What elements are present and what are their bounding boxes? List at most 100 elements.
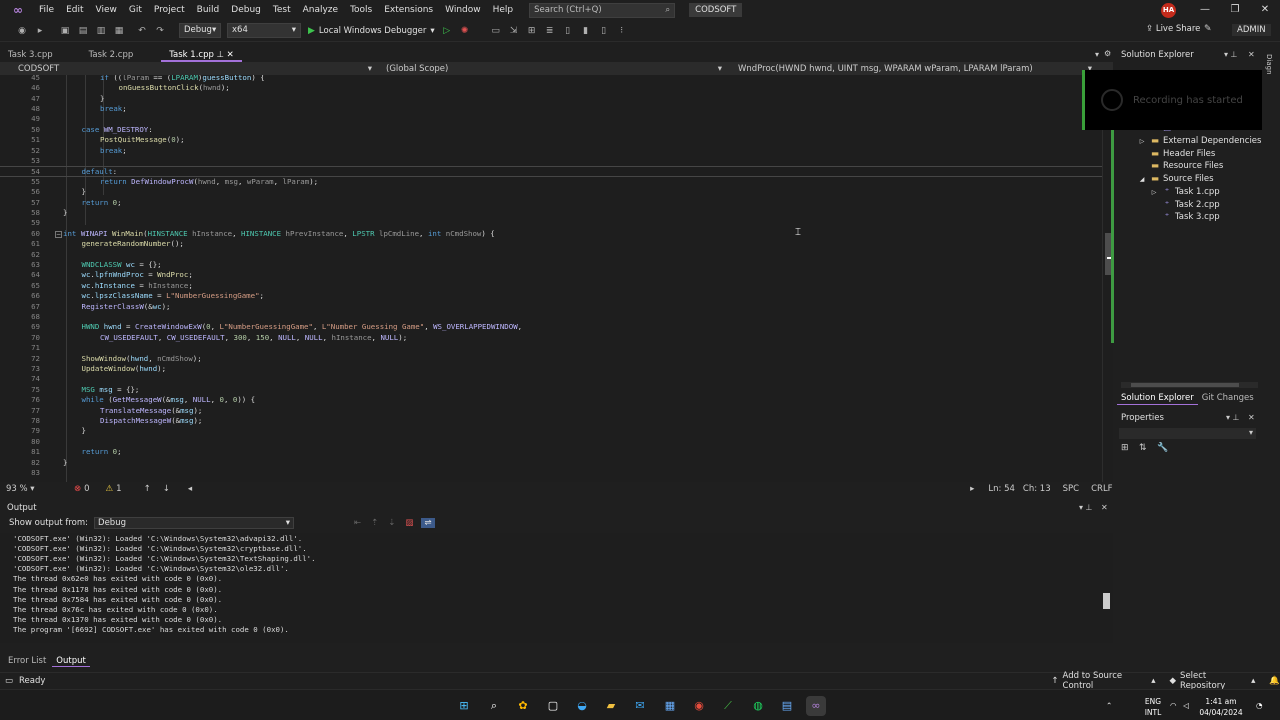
menu-analyze[interactable]: Analyze	[297, 0, 344, 20]
tree-item-resource-files[interactable]: ▬ Resource Files	[1137, 161, 1223, 171]
tray-overflow-icon[interactable]: ⌃	[1106, 700, 1112, 711]
arrow-up-icon[interactable]: ↑	[144, 484, 151, 494]
code-line[interactable]: 49	[0, 114, 1102, 124]
menu-build[interactable]: Build	[191, 0, 226, 20]
code-line[interactable]: 56}	[0, 187, 1102, 197]
menu-tools[interactable]: Tools	[344, 0, 378, 20]
function-dropdown[interactable]: WndProc(HWND hwnd, UINT msg, WPARAM wPar…	[730, 64, 1100, 74]
search-icon[interactable]: ⌕	[484, 696, 504, 716]
notification-center-icon[interactable]: ◔	[1256, 700, 1263, 711]
start-without-debugging-icon[interactable]: ▷	[439, 23, 455, 39]
code-line[interactable]: 69 HWND hwnd = CreateWindowExW(0, L"Numbe…	[0, 322, 1102, 332]
clock[interactable]: 1:41 am 04/04/2024	[1196, 696, 1246, 718]
add-to-source-control-button[interactable]: ↑ Add to Source Control ▴	[1051, 671, 1155, 691]
settings-icon[interactable]: ⚙	[1104, 49, 1111, 58]
zoom-level[interactable]: 93 % ▾	[0, 484, 60, 494]
close-pane-icon[interactable]: ✕	[1248, 50, 1255, 59]
code-line[interactable]: 59	[0, 218, 1102, 228]
expand-arrow-icon[interactable]: ▷	[1149, 189, 1159, 196]
tree-item-task-2-cpp[interactable]: ⁺ Task 2.cpp	[1149, 200, 1220, 210]
scope-dropdown[interactable]: (Global Scope) ▾	[380, 64, 730, 74]
code-line[interactable]: 76 while (GetMessageW(&msg, NULL, 0, 0)) …	[0, 395, 1102, 405]
save-all-icon[interactable]: ▦	[111, 23, 127, 39]
code-line[interactable]: 53	[0, 156, 1102, 166]
minimize-button[interactable]: —	[1190, 0, 1220, 20]
collapse-arrow-icon[interactable]: ◢	[1137, 176, 1147, 183]
tab-task-1-cpp[interactable]: Task 1.cpp ⊥ ✕	[161, 48, 242, 62]
wifi-icon[interactable]: ◠	[1170, 700, 1177, 711]
arrow-down-icon[interactable]: ↓	[163, 484, 170, 494]
code-line[interactable]: 70 CW_USEDEFAULT, CW_USEDEFAULT, 300, 150…	[0, 333, 1102, 343]
code-editor[interactable]: 45 if ((lParam == (LPARAM)guessButton) {4…	[0, 75, 1102, 482]
previous-message-icon[interactable]: ⇡	[371, 518, 378, 528]
tab-solution-explorer[interactable]: Solution Explorer	[1117, 392, 1198, 405]
account-avatar[interactable]: HA	[1161, 3, 1176, 18]
widgets-icon[interactable]: ✿	[513, 696, 533, 716]
code-line[interactable]: 68	[0, 312, 1102, 322]
pin-icon[interactable]: ▾ ⊥	[1079, 503, 1093, 512]
solution-hscroll-thumb[interactable]	[1131, 383, 1239, 387]
close-pane-icon[interactable]: ✕	[1101, 503, 1108, 512]
close-tab-icon[interactable]: ⊥ ✕	[214, 50, 234, 60]
start-debugging-button[interactable]: ▶ Local Windows Debugger ▾	[308, 26, 435, 36]
layout-icon[interactable]: ▭	[488, 23, 504, 39]
bookmark-icon[interactable]: ▯	[560, 23, 576, 39]
task-view-icon[interactable]: ▢	[543, 696, 563, 716]
code-line[interactable]: 54 default:	[0, 166, 1102, 177]
undo-icon[interactable]: ↶	[134, 23, 150, 39]
collapse-region-icon[interactable]: −	[55, 230, 62, 238]
alphabetical-icon[interactable]: ⇅	[1139, 443, 1147, 453]
whitespace-mode[interactable]: SPC	[1063, 484, 1079, 494]
back-icon[interactable]: ◉	[14, 23, 30, 39]
new-project-icon[interactable]: ▣	[57, 23, 73, 39]
warning-count[interactable]: ⚠ 1	[106, 484, 122, 494]
redo-icon[interactable]: ↷	[152, 23, 168, 39]
output-scrollbar-thumb[interactable]	[1103, 593, 1110, 609]
visual-studio-icon[interactable]: ∞	[806, 696, 826, 716]
tree-item-source-files[interactable]: ◢ ▬ Source Files	[1137, 174, 1214, 184]
chevron-left-icon[interactable]: ◂	[188, 484, 192, 494]
column-number[interactable]: Ch: 13	[1023, 484, 1051, 494]
spotify-icon[interactable]: ◍	[748, 696, 768, 716]
start-icon[interactable]: ⊞	[454, 696, 474, 716]
line-endings[interactable]: CRLF	[1091, 484, 1112, 494]
keyboard-language[interactable]: ENG INTL	[1140, 696, 1166, 718]
code-line[interactable]: 62	[0, 250, 1102, 260]
editor-scrollbar[interactable]	[1102, 75, 1114, 482]
bookmark-prev-icon[interactable]: ▮	[578, 23, 594, 39]
save-icon[interactable]: ▥	[93, 23, 109, 39]
code-line[interactable]: 74	[0, 374, 1102, 384]
output-text[interactable]: 'CODSOFT.exe' (Win32): Loaded 'C:\Window…	[0, 533, 1100, 643]
expand-arrow-icon[interactable]: ▷	[1137, 138, 1147, 145]
close-pane-icon[interactable]: ✕	[1248, 413, 1255, 422]
code-line[interactable]: 65 wc.hInstance = hInstance;	[0, 281, 1102, 291]
pin-icon[interactable]: ▾ ⊥	[1226, 413, 1240, 422]
error-count[interactable]: ⊗ 0	[74, 484, 90, 494]
code-line[interactable]: 82}	[0, 458, 1102, 468]
code-line[interactable]: 64 wc.lpfnWndProc = WndProc;	[0, 270, 1102, 280]
menu-file[interactable]: File	[33, 0, 60, 20]
store-icon[interactable]: ▦	[660, 696, 680, 716]
code-line[interactable]: 48 break;	[0, 104, 1102, 114]
platform-select[interactable]: x64 ▾	[227, 23, 301, 38]
tab-git-changes[interactable]: Git Changes	[1198, 392, 1258, 405]
next-message-icon[interactable]: ⇣	[388, 518, 395, 528]
code-line[interactable]: 71	[0, 343, 1102, 353]
code-line[interactable]: 57 return 0;	[0, 198, 1102, 208]
bookmark-next-icon[interactable]: ▯	[596, 23, 612, 39]
properties-object-select[interactable]: ▾	[1119, 428, 1256, 439]
step-icon[interactable]: ⇲	[506, 23, 522, 39]
volume-icon[interactable]: ◁	[1183, 700, 1189, 711]
notepad-icon[interactable]: ▤	[777, 696, 797, 716]
code-line[interactable]: 77 TranslateMessage(&msg);	[0, 406, 1102, 416]
output-scrollbar[interactable]	[1100, 533, 1113, 643]
code-line[interactable]: 51 PostQuitMessage(0);	[0, 135, 1102, 145]
code-line[interactable]: 50 case WM_DESTROY:	[0, 125, 1102, 135]
tab-error-list[interactable]: Error List	[4, 655, 50, 667]
indent-icon[interactable]: ≣	[542, 23, 558, 39]
code-line[interactable]: 52 break;	[0, 146, 1102, 156]
code-line[interactable]: 66 wc.lpszClassName = L"NumberGuessingGam…	[0, 291, 1102, 301]
menu-window[interactable]: Window	[439, 0, 487, 20]
toolbar-overflow-icon[interactable]: ⁝	[614, 23, 630, 39]
code-line[interactable]: 79}	[0, 426, 1102, 436]
